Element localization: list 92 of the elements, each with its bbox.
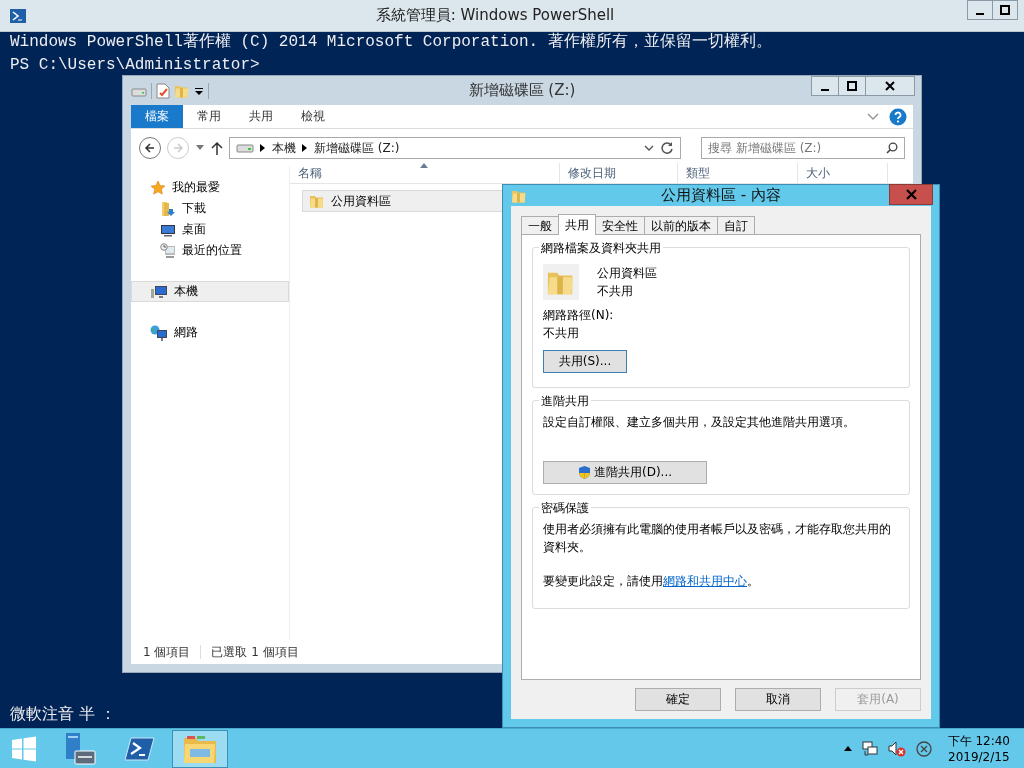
maximize-icon [847, 81, 857, 91]
nav-item[interactable]: 桌面 [131, 219, 289, 240]
group-title: 網路檔案及資料夾共用 [539, 240, 663, 257]
folder-icon [309, 193, 325, 209]
breadcrumb-arrow-icon[interactable] [260, 144, 266, 152]
dialog-button[interactable]: 取消 [735, 688, 821, 711]
computer-icon [150, 283, 168, 300]
tab[interactable]: 共用 [558, 214, 596, 235]
minimize-icon [976, 13, 984, 15]
expand-ribbon-icon[interactable] [867, 112, 879, 121]
back-button[interactable] [139, 137, 161, 159]
description-text: 使用者必須擁有此電腦的使用者帳戶以及密碼，才能存取您共用的資料夾。 [543, 521, 892, 556]
group-title: 密碼保護 [539, 500, 591, 517]
column-header[interactable]: 名稱 [290, 163, 560, 183]
ribbon-tab[interactable]: 檢視 [287, 105, 339, 128]
minimize-button[interactable] [967, 0, 993, 20]
path-label: 網路路徑(N): [543, 307, 615, 324]
windows-logo-icon [11, 735, 37, 762]
powershell-icon [125, 735, 155, 762]
download-folder-icon [160, 200, 176, 217]
ribbon-tab[interactable]: 檔案 [131, 105, 183, 128]
network-icon [150, 324, 168, 341]
search-icon [886, 142, 898, 154]
nav-item[interactable]: 下載 [131, 198, 289, 219]
path-value: 不共用 [543, 325, 580, 342]
close-icon [885, 81, 895, 91]
show-hidden-icons-icon[interactable] [843, 746, 852, 751]
advanced-sharing-button[interactable]: 進階共用(D)... [543, 461, 707, 484]
star-icon [150, 179, 166, 196]
clock-time[interactable]: 下午 12:40 [947, 732, 1010, 749]
server-manager-icon [63, 731, 97, 766]
console-line: Windows PowerShell著作權 (C) 2014 Microsoft Corporation. 著作權所有，並保留一切權利。 [10, 33, 773, 51]
drive-icon [236, 143, 254, 153]
group-title: 進階共用 [539, 393, 591, 410]
minimize-icon [821, 89, 829, 91]
powershell-icon [10, 8, 26, 23]
breadcrumb[interactable]: 本機 [272, 139, 296, 157]
nav-item[interactable]: 最近的位置 [131, 240, 289, 261]
share-status: 不共用 [597, 283, 634, 300]
sort-icon [420, 163, 428, 168]
share-button[interactable]: 共用(S)... [543, 350, 627, 373]
status-text: 1 個項目 [143, 643, 191, 661]
nav-item[interactable]: 本機 [131, 281, 289, 302]
back-arrow-icon [144, 142, 156, 154]
address-bar[interactable]: 本機 新增磁碟區 (Z:) [229, 137, 681, 159]
folder-icon [183, 733, 217, 764]
ribbon-tab[interactable]: 共用 [235, 105, 287, 128]
column-header[interactable]: 修改日期 [560, 163, 678, 183]
dropdown-icon[interactable] [644, 145, 654, 151]
tab[interactable]: 安全性 [595, 216, 645, 234]
description-text: 設定自訂權限、建立多個共用，及設定其他進階共用選項。 [543, 414, 856, 431]
nav-item[interactable]: 網路 [131, 322, 289, 343]
breadcrumb-arrow-icon[interactable] [302, 144, 308, 152]
clock-date[interactable]: 2019/2/15 [948, 748, 1010, 765]
console-line: PS C:\Users\Administrator> [10, 56, 261, 74]
column-header[interactable]: 大小 [798, 163, 888, 183]
window-title: 公用資料區 - 內容 [660, 186, 782, 205]
ribbon-tab[interactable]: 常用 [183, 105, 235, 128]
maximize-button[interactable] [838, 76, 866, 96]
recent-locations-icon[interactable] [195, 145, 205, 151]
ime-status: 微軟注音 半 ： [10, 704, 117, 725]
network-center-link[interactable]: 網路和共用中心 [663, 574, 747, 588]
muted-speaker-icon[interactable] [887, 740, 906, 757]
forward-arrow-icon [172, 142, 184, 154]
nav-item[interactable]: 我的最愛 [131, 177, 289, 198]
dropdown-icon[interactable] [194, 85, 204, 96]
help-icon[interactable] [889, 107, 907, 126]
breadcrumb[interactable]: 新增磁碟區 (Z:) [314, 139, 400, 157]
minimize-button[interactable] [811, 76, 839, 96]
column-header[interactable]: 類型 [678, 163, 798, 183]
maximize-button[interactable] [992, 0, 1018, 20]
dialog-button[interactable]: 確定 [635, 688, 721, 711]
window-title: 系統管理員: Windows PowerShell [374, 6, 616, 25]
tab[interactable]: 自訂 [717, 216, 755, 234]
search-field[interactable]: 搜尋 新增磁碟區 (Z:) [701, 137, 905, 159]
tab[interactable]: 以前的版本 [644, 216, 718, 234]
properties-icon[interactable] [156, 82, 170, 99]
tab[interactable]: 一般 [521, 216, 559, 234]
shield-icon [577, 465, 591, 480]
maximize-icon [1000, 5, 1010, 15]
window-title: 新增磁碟區 (Z:) [467, 81, 577, 100]
refresh-icon[interactable] [660, 141, 674, 155]
close-button[interactable] [865, 76, 915, 96]
recent-places-icon [160, 242, 176, 259]
close-icon [905, 189, 917, 200]
up-arrow-icon[interactable] [211, 141, 223, 155]
change-setting-text: 要變更此設定，請使用網路和共用中心。 [543, 573, 760, 590]
folder-name: 公用資料區 [597, 265, 657, 282]
taskbar-app[interactable] [172, 729, 228, 768]
circle-x-icon[interactable] [915, 740, 932, 757]
status-text: 已選取 1 個項目 [211, 643, 299, 661]
network-status-icon[interactable] [861, 740, 878, 757]
